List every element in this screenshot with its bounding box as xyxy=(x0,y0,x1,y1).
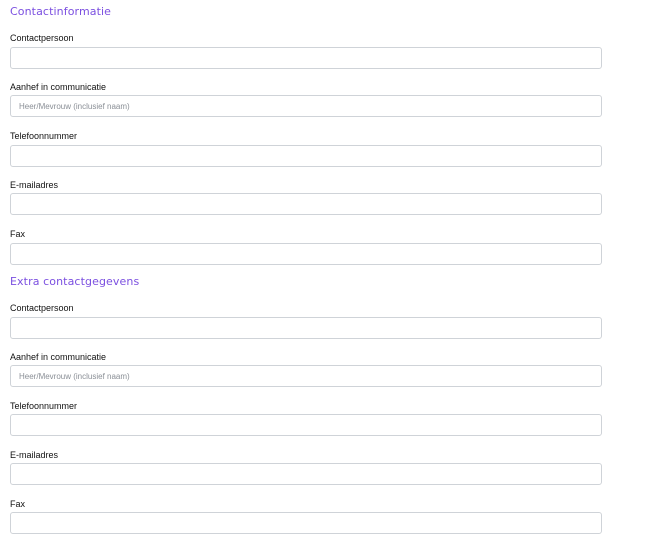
fax-label: Fax xyxy=(10,229,26,239)
aanhef-label: Aanhef in communicatie xyxy=(10,82,107,92)
contact-form: Contactinformatie Contactpersoon Aanhef … xyxy=(0,0,670,547)
extra-fax-input[interactable] xyxy=(10,512,602,534)
fax-input[interactable] xyxy=(10,243,602,265)
contactpersoon-label: Contactpersoon xyxy=(10,33,74,43)
extra-emailadres-label: E-mailadres xyxy=(10,450,59,460)
extra-contactpersoon-label: Contactpersoon xyxy=(10,303,74,313)
extra-telefoonnummer-label: Telefoonnummer xyxy=(10,401,78,411)
aanhef-input[interactable] xyxy=(10,95,602,117)
extra-contactpersoon-input[interactable] xyxy=(10,317,602,339)
section-title-extra-contactgegevens: Extra contactgegevens xyxy=(10,275,140,288)
extra-aanhef-input[interactable] xyxy=(10,365,602,387)
telefoonnummer-label: Telefoonnummer xyxy=(10,131,78,141)
contactpersoon-input[interactable] xyxy=(10,47,602,69)
extra-aanhef-label: Aanhef in communicatie xyxy=(10,352,107,362)
emailadres-input[interactable] xyxy=(10,193,602,215)
extra-emailadres-input[interactable] xyxy=(10,463,602,485)
emailadres-label: E-mailadres xyxy=(10,180,59,190)
extra-fax-label: Fax xyxy=(10,499,26,509)
telefoonnummer-input[interactable] xyxy=(10,145,602,167)
extra-telefoonnummer-input[interactable] xyxy=(10,414,602,436)
section-title-contactinformatie: Contactinformatie xyxy=(10,5,112,18)
